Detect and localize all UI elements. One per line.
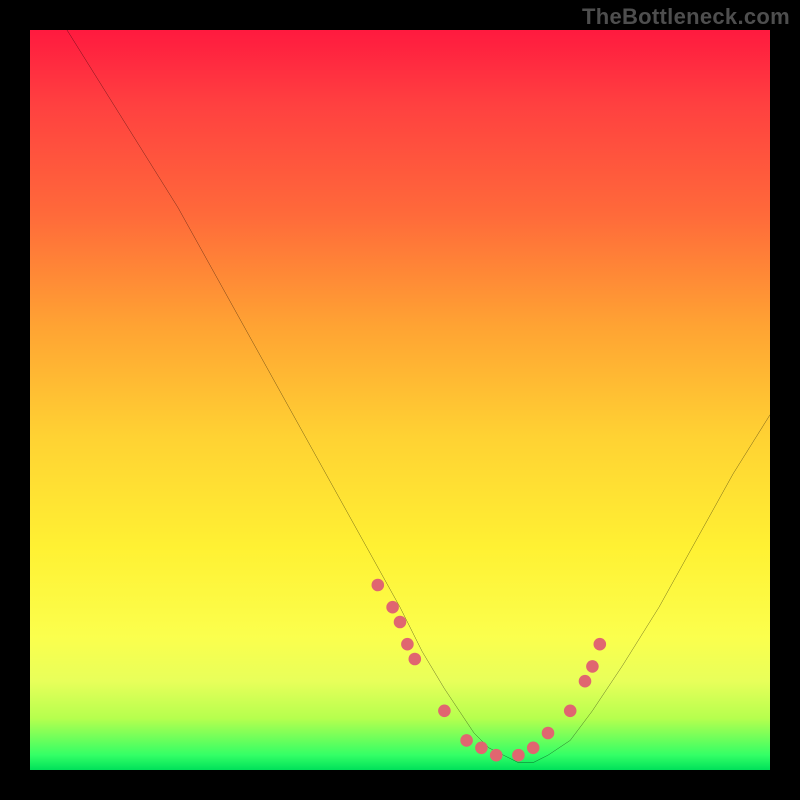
chart-frame: TheBottleneck.com bbox=[0, 0, 800, 800]
marker-dot bbox=[527, 742, 540, 755]
marker-dot bbox=[372, 579, 385, 592]
marker-dot bbox=[438, 705, 451, 718]
watermark: TheBottleneck.com bbox=[582, 4, 790, 30]
marker-dot bbox=[512, 749, 525, 762]
marker-dot bbox=[460, 734, 473, 747]
curve-svg bbox=[30, 30, 770, 770]
marker-dot bbox=[386, 601, 399, 614]
marker-group bbox=[372, 579, 607, 762]
marker-dot bbox=[409, 653, 422, 666]
marker-dot bbox=[579, 675, 592, 688]
bottleneck-curve bbox=[67, 30, 770, 763]
marker-dot bbox=[490, 749, 503, 762]
marker-dot bbox=[542, 727, 555, 740]
marker-dot bbox=[594, 638, 607, 651]
marker-dot bbox=[475, 742, 488, 755]
marker-dot bbox=[401, 638, 414, 651]
marker-dot bbox=[564, 705, 577, 718]
marker-dot bbox=[586, 660, 599, 673]
marker-dot bbox=[394, 616, 407, 629]
